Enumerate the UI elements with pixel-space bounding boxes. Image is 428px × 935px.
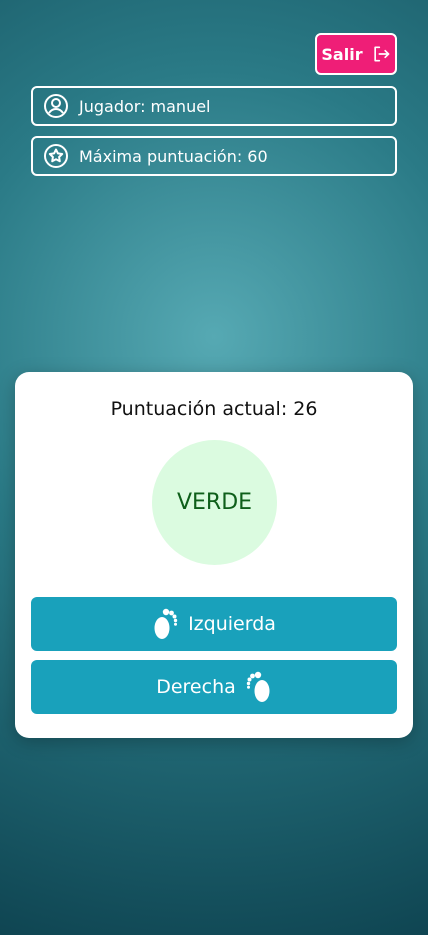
footprint-icon <box>246 670 272 704</box>
logout-button[interactable]: Salir <box>315 33 397 75</box>
star-circle-icon <box>43 143 69 169</box>
current-score: Puntuación actual: 26 <box>15 398 413 420</box>
best-score-info: Máxima puntuación: 60 <box>31 136 397 176</box>
footprint-icon <box>152 607 178 641</box>
right-button[interactable]: Derecha <box>31 660 397 714</box>
logout-icon <box>371 44 391 64</box>
color-word: VERDE <box>176 490 253 515</box>
game-card: Puntuación actual: 26 VERDE Izquierda De… <box>15 372 413 738</box>
best-score-label: Máxima puntuación: 60 <box>79 146 268 166</box>
user-circle-icon <box>43 93 69 119</box>
logout-label: Salir <box>321 44 363 64</box>
left-button[interactable]: Izquierda <box>31 597 397 651</box>
player-info: Jugador: manuel <box>31 86 397 126</box>
right-button-label: Derecha <box>156 676 236 698</box>
left-button-label: Izquierda <box>188 613 276 635</box>
color-indicator: VERDE <box>152 440 277 565</box>
current-score-value: 26 <box>293 398 318 420</box>
current-score-label: Puntuación actual: <box>110 398 288 420</box>
player-label: Jugador: manuel <box>79 96 211 116</box>
